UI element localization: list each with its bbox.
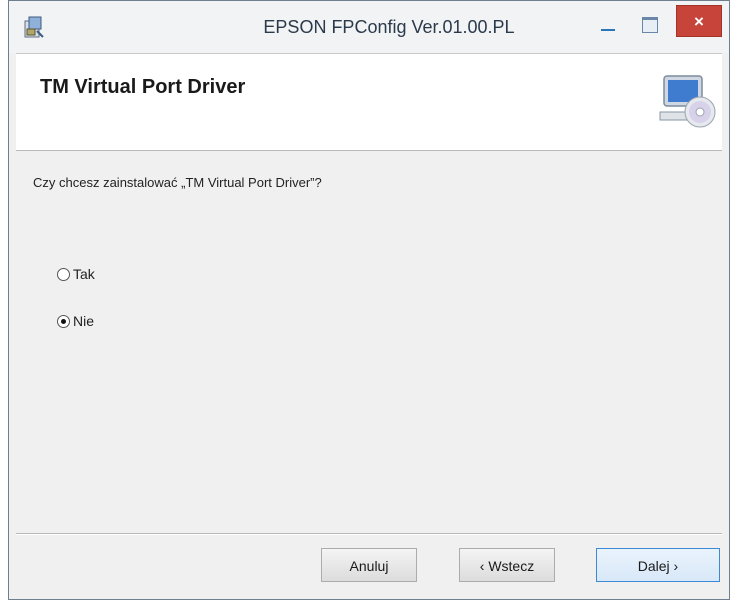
page-title: TM Virtual Port Driver: [40, 76, 246, 98]
close-icon: ×: [694, 12, 704, 31]
radio-label-nie: Nie: [73, 313, 95, 329]
minimize-icon: [601, 29, 615, 31]
computer-cd-icon: [659, 75, 716, 128]
maximize-button[interactable]: [635, 15, 663, 37]
minimize-button[interactable]: [593, 15, 621, 37]
next-button[interactable]: Dalej ›: [596, 548, 720, 582]
close-button[interactable]: ×: [676, 5, 722, 37]
title-bar[interactable]: EPSON FPConfig Ver.01.00.PL ×: [9, 1, 729, 53]
maximize-icon: [642, 17, 658, 33]
back-button[interactable]: ‹ Wstecz: [459, 548, 555, 582]
radio-button-nie[interactable]: [57, 314, 70, 328]
footer-divider: [16, 533, 722, 535]
installer-window: EPSON FPConfig Ver.01.00.PL × TM Virtual…: [8, 0, 730, 600]
cancel-button[interactable]: Anuluj: [321, 548, 417, 582]
radio-option-tak[interactable]: Tak: [57, 266, 95, 282]
header-panel: TM Virtual Port Driver: [16, 53, 722, 151]
window-title: EPSON FPConfig Ver.01.00.PL: [263, 17, 515, 37]
radio-button-tak[interactable]: [57, 267, 70, 281]
radio-label-tak: Tak: [73, 266, 95, 282]
install-question: Czy chcesz zainstalować „TM Virtual Port…: [33, 175, 322, 190]
radio-option-nie[interactable]: Nie: [57, 313, 94, 329]
